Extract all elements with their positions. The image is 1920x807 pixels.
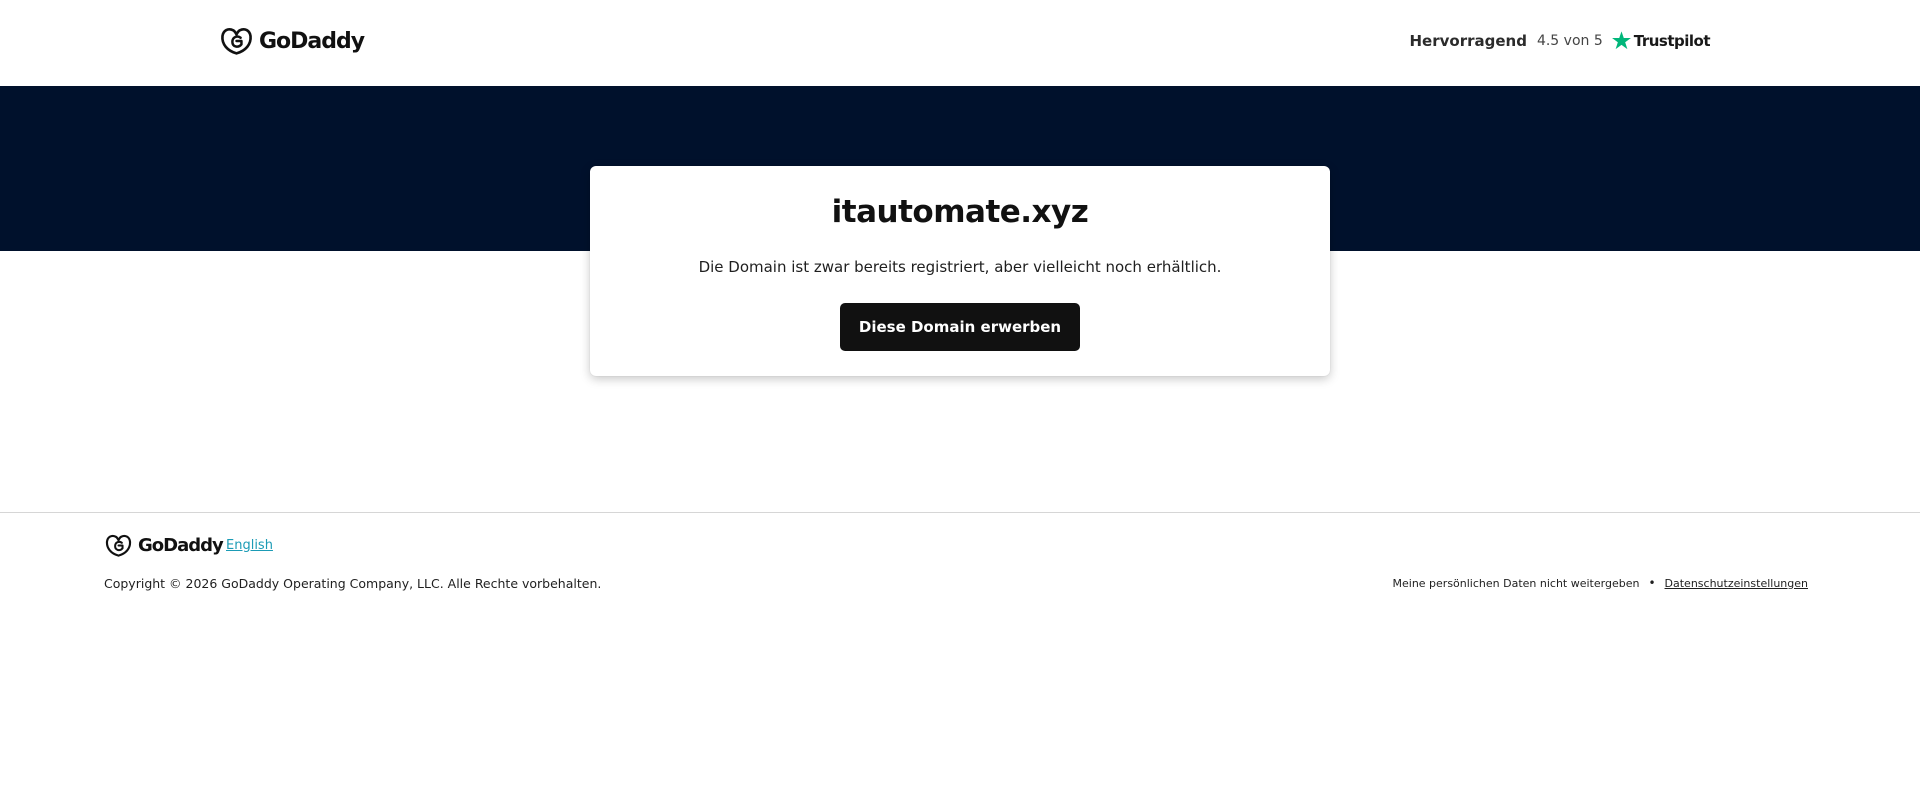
header-logo-link[interactable]: GoDaddy (220, 26, 365, 56)
trustpilot-star-icon (1611, 31, 1631, 50)
buy-domain-button[interactable]: Diese Domain erwerben (840, 303, 1080, 351)
trustpilot-text: Trustpilot (1633, 31, 1711, 50)
site-footer: GoDaddy English Copyright © 2026 GoDaddy… (0, 512, 1920, 807)
do-not-share-link[interactable]: Meine persönlichen Daten nicht weitergeb… (1393, 577, 1640, 590)
footer-legal-links: Meine persönlichen Daten nicht weitergeb… (1393, 576, 1809, 590)
godaddy-logo-icon (105, 534, 132, 557)
privacy-settings-link[interactable]: Datenschutzeinstellungen (1665, 577, 1808, 590)
footer-separator: • (1648, 576, 1656, 590)
copyright-text: Copyright © 2026 GoDaddy Operating Compa… (104, 576, 602, 591)
trustpilot-logo: Trustpilot (1611, 30, 1711, 51)
domain-status-text: Die Domain ist zwar bereits registriert,… (698, 258, 1222, 276)
language-switch-link[interactable]: English (226, 538, 273, 553)
site-header: GoDaddy Hervorragend 4.5 von 5 Trustpilo… (0, 0, 1920, 86)
footer-logo-link[interactable]: GoDaddy (105, 533, 224, 558)
rating-label: Hervorragend (1409, 31, 1527, 50)
godaddy-logo-icon (221, 28, 252, 55)
header-logo-text: GoDaddy (259, 28, 365, 54)
domain-name-title: itautomate.xyz (831, 194, 1089, 230)
trustpilot-rating[interactable]: Hervorragend 4.5 von 5 Trustpilot (1409, 30, 1711, 51)
domain-card: itautomate.xyz Die Domain ist zwar berei… (590, 166, 1330, 376)
footer-logo-text: GoDaddy (138, 535, 224, 556)
rating-score: 4.5 von 5 (1536, 32, 1603, 49)
